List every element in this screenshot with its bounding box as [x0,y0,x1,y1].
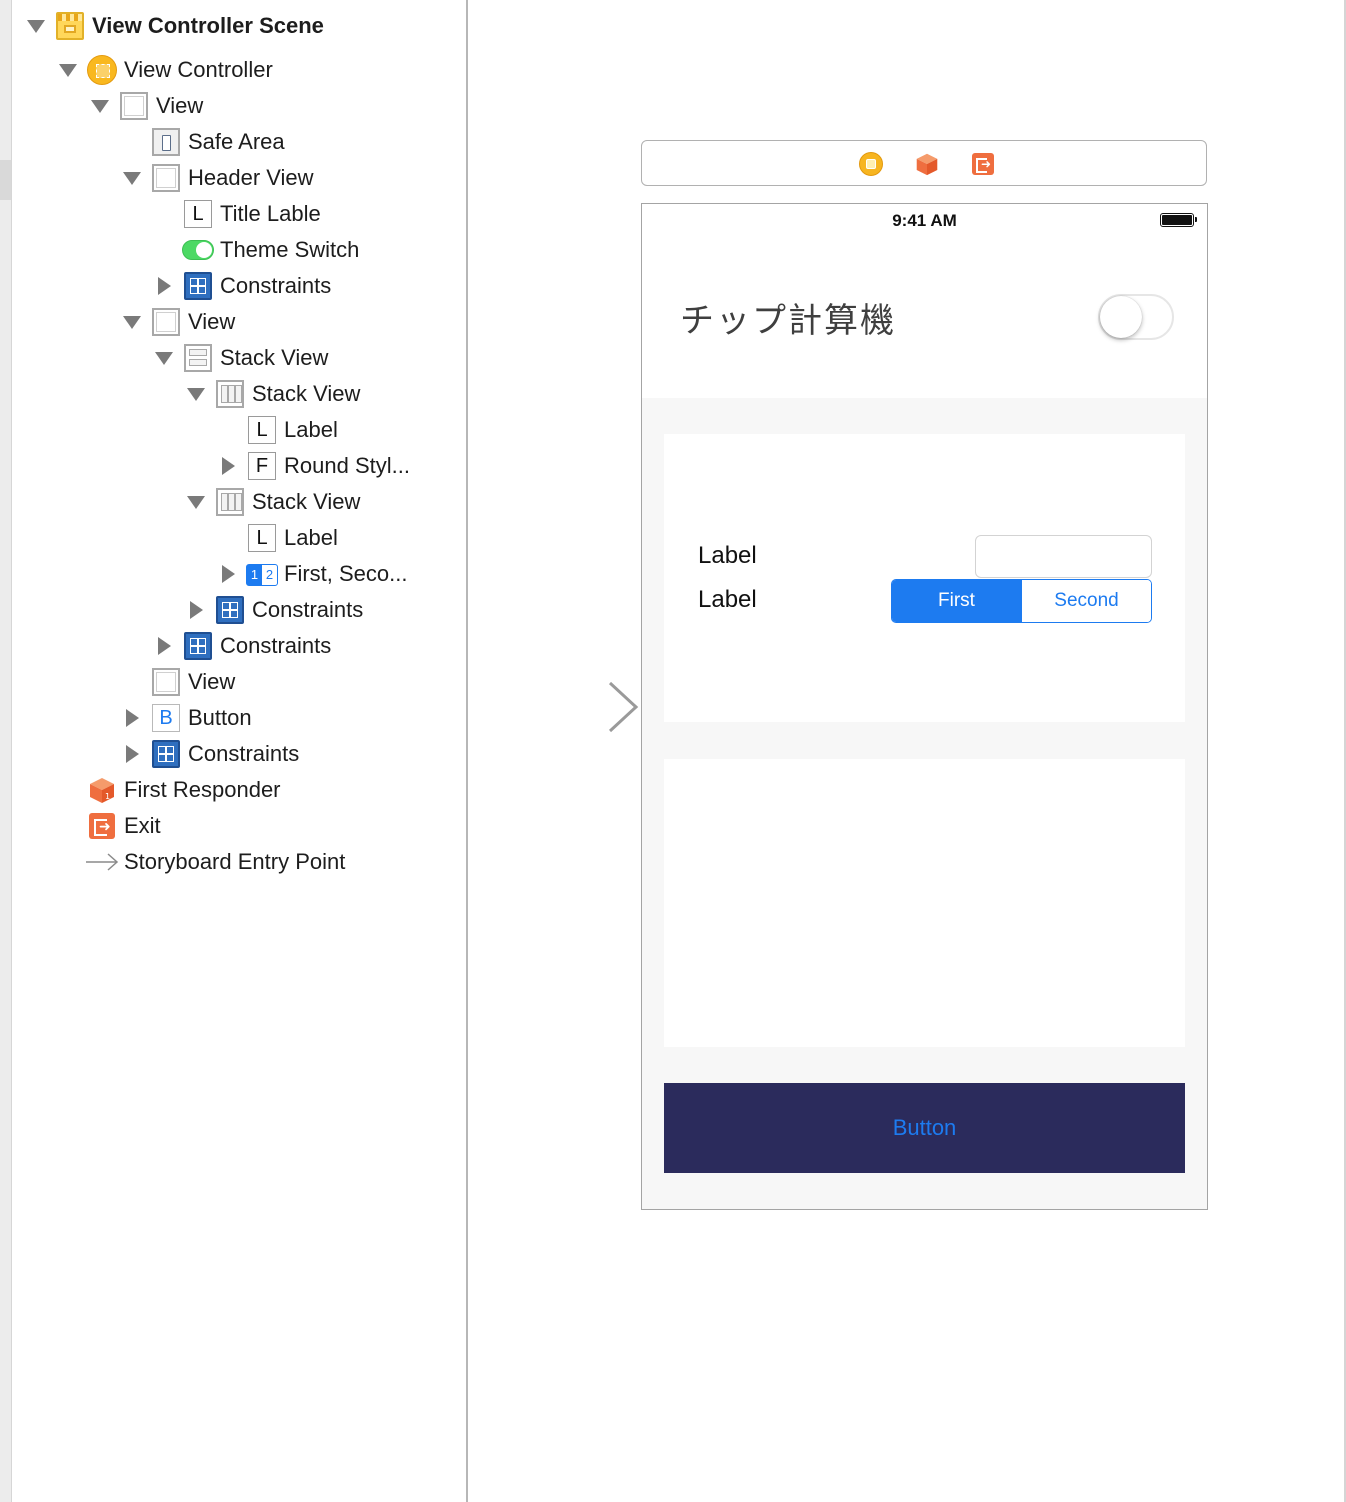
outline-item-root-constraints[interactable]: Constraints [188,736,299,772]
vertical-stack-view-icon [184,344,212,372]
label-icon: L [248,524,276,552]
gutter-marker [0,160,11,200]
header-view[interactable]: チップ計算機 [642,238,1207,398]
input-view[interactable]: Label Label First Second [664,434,1185,722]
outline-item-view-controller-scene[interactable]: View Controller Scene [92,8,324,44]
outline-item-view-constraints[interactable]: Constraints [220,628,331,664]
disclosure-triangle-collapsed[interactable] [222,457,235,475]
outline-item-button[interactable]: Button [188,700,252,736]
tip-label[interactable]: Label [698,586,757,614]
disclosure-triangle-expanded[interactable] [187,388,205,401]
status-time: 9:41 AM [892,211,957,230]
outline-item-stack-constraints[interactable]: Constraints [252,592,363,628]
disclosure-triangle-collapsed[interactable] [126,709,139,727]
disclosure-triangle-collapsed[interactable] [158,637,171,655]
view-icon [152,668,180,696]
outline-item-input-view[interactable]: View [188,304,235,340]
disclosure-triangle-expanded[interactable] [123,316,141,329]
view-icon [120,92,148,120]
horizontal-stack-view-icon [216,380,244,408]
outline-item-segmented-control[interactable]: First, Seco... [284,556,407,592]
constraints-icon [184,632,212,660]
storyboard-scene-icon [56,12,84,40]
disclosure-triangle-expanded[interactable] [155,352,173,365]
disclosure-triangle-expanded[interactable] [27,20,45,33]
bill-label[interactable]: Label [698,542,757,570]
outline-item-result-view[interactable]: View [188,664,235,700]
entry-point-arrow-icon [86,853,119,871]
outline-item-label-1[interactable]: Label [284,412,338,448]
outline-item-view-controller[interactable]: View Controller [124,52,273,88]
theme-switch[interactable] [1098,294,1174,340]
first-responder-icon: 1 [90,778,114,803]
battery-full-icon [1160,213,1197,227]
outline-item-theme-switch[interactable]: Theme Switch [220,232,359,268]
outline-item-safe-area[interactable]: Safe Area [188,124,285,160]
svg-text:1: 1 [105,792,110,801]
outline-item-title-label[interactable]: Title Lable [220,196,321,232]
iphone-canvas[interactable]: 9:41 AM チップ計算機 Label Label First Second … [641,203,1208,1210]
disclosure-triangle-expanded[interactable] [123,172,141,185]
disclosure-triangle-collapsed[interactable] [126,745,139,763]
outline-item-stack-view-row-2[interactable]: Stack View [252,484,360,520]
outline-item-first-responder[interactable]: First Responder [124,772,281,808]
constraints-icon [216,596,244,624]
scene-dock[interactable] [641,140,1207,186]
view-icon [152,308,180,336]
constraints-icon [184,272,212,300]
segment-icon-part: 2 [265,567,274,582]
disclosure-triangle-collapsed[interactable] [190,601,203,619]
exit-icon[interactable] [972,153,994,175]
switch-icon [182,240,214,260]
label-icon: L [248,416,276,444]
constraints-icon [152,740,180,768]
result-view[interactable] [664,759,1185,1047]
first-responder-icon[interactable] [915,152,939,176]
title-label[interactable]: チップ計算機 [680,293,896,342]
segment-icon-part: 1 [247,565,262,585]
outline-item-exit[interactable]: Exit [124,808,161,844]
segmented-control-icon: 1 2 [246,564,278,586]
outline-item-storyboard-entry-point[interactable]: Storyboard Entry Point [124,844,345,880]
segment-first[interactable]: First [892,580,1021,622]
text-field-icon: F [248,452,276,480]
button-icon: B [152,704,180,732]
outline-item-header-constraints[interactable]: Constraints [220,268,331,304]
document-outline: View Controller Scene View Controller Vi… [0,0,468,1502]
storyboard-canvas[interactable]: 9:41 AM チップ計算機 Label Label First Second … [470,0,1346,1502]
outline-item-header-view[interactable]: Header View [188,160,314,196]
label-icon: L [184,200,212,228]
segment-second[interactable]: Second [1021,580,1151,622]
view-controller-icon [87,55,117,85]
tip-segmented-control[interactable]: First Second [891,579,1152,623]
horizontal-stack-view-icon [216,488,244,516]
outline-item-root-view[interactable]: View [156,88,203,124]
switch-knob [1100,296,1142,338]
disclosure-triangle-collapsed[interactable] [222,565,235,583]
outline-item-stack-view-row-1[interactable]: Stack View [252,376,360,412]
view-controller-icon[interactable] [859,152,883,176]
disclosure-triangle-collapsed[interactable] [158,277,171,295]
outline-gutter [0,0,12,1502]
outline-item-text-field[interactable]: Round Styl... [284,448,410,484]
status-bar: 9:41 AM [642,204,1207,238]
outline-item-label-2[interactable]: Label [284,520,338,556]
disclosure-triangle-expanded[interactable] [91,100,109,113]
view-icon [152,164,180,192]
disclosure-triangle-expanded[interactable] [59,64,77,77]
exit-icon [89,813,115,839]
safe-area-icon [152,128,180,156]
storyboard-entry-arrow-icon[interactable] [492,680,642,734]
outline-item-stack-view[interactable]: Stack View [220,340,328,376]
round-style-text-field[interactable] [975,535,1152,578]
calculate-button[interactable]: Button [664,1083,1185,1173]
disclosure-triangle-expanded[interactable] [187,496,205,509]
